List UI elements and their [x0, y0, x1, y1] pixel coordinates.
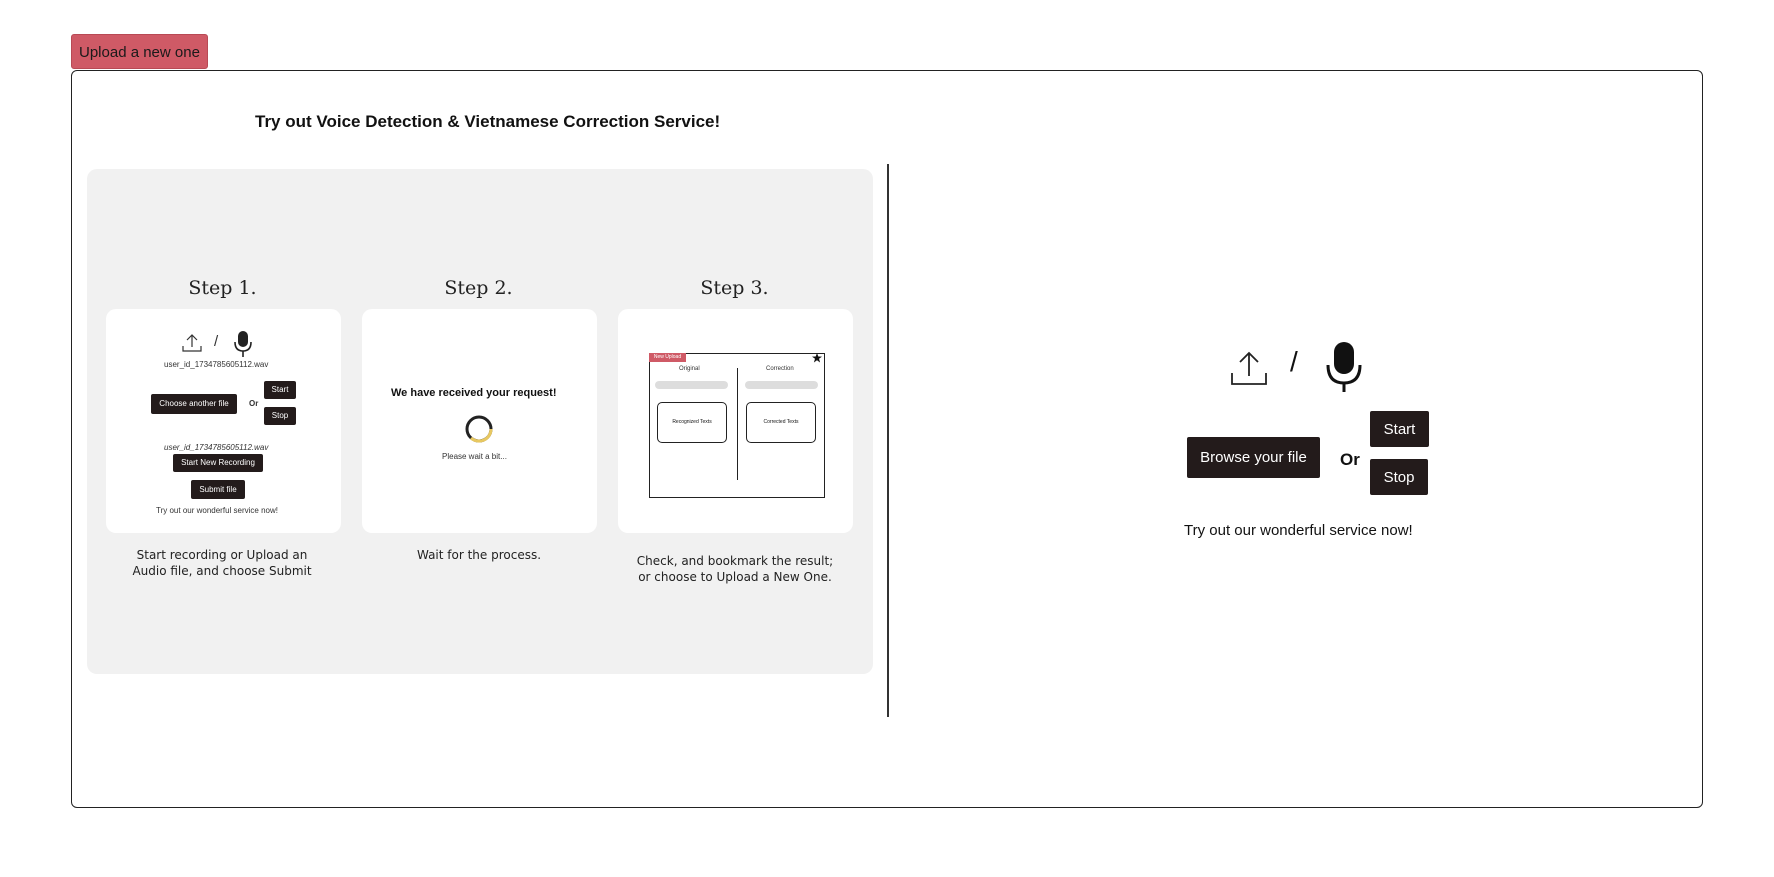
result-window: Original Correction Recognized Texts Cor… [649, 353, 825, 498]
upload-icon [182, 334, 202, 352]
upload-icon[interactable] [1229, 348, 1269, 388]
step3-caption: Check, and bookmark the result; or choos… [605, 553, 865, 585]
choose-another-file-button: Choose another file [151, 394, 237, 414]
or-label: Or [1340, 450, 1360, 469]
corrected-texts-box: Corrected Texts [746, 402, 816, 443]
original-label: Original [679, 366, 700, 372]
start-recording-button[interactable]: Start [1370, 411, 1429, 447]
step3-heading: Step 3. [700, 277, 769, 299]
correction-audio-player [745, 381, 818, 389]
step1-heading: Step 1. [188, 277, 257, 299]
step2-heading: Step 2. [444, 277, 513, 299]
browse-file-button[interactable]: Browse your file [1187, 437, 1320, 478]
original-audio-player [655, 381, 728, 389]
recognized-texts-box: Recognized Texts [657, 402, 727, 443]
step2-card: We have received your request! Please wa… [362, 309, 597, 533]
or-label: Or [249, 399, 259, 408]
step2-caption: Wait for the process. [349, 547, 609, 563]
stop-recording-button[interactable]: Stop [1370, 459, 1428, 495]
step1-caption: Start recording or Upload an Audio file,… [92, 547, 352, 579]
step3-card: Original Correction Recognized Texts Cor… [618, 309, 853, 533]
start-new-recording-button: Start New Recording [173, 454, 263, 472]
try-service-text: Try out our wonderful service now! [1184, 522, 1413, 539]
vertical-divider [887, 164, 889, 717]
received-text: We have received your request! [391, 387, 557, 399]
step3-caption-line1: Check, and bookmark the result; [636, 554, 834, 568]
wait-text: Please wait a bit... [442, 452, 507, 461]
step2-caption-line1: Wait for the process. [416, 548, 542, 562]
correction-label: Correction [766, 366, 794, 372]
tutorial-illustration: Step 1. Step 2. Step 3. / user_id_173478… [87, 169, 873, 674]
submit-file-button: Submit file [191, 480, 245, 499]
microphone-icon [234, 331, 252, 357]
try-text: Try out our wonderful service now! [156, 506, 278, 515]
result-divider [737, 368, 738, 480]
step1-caption-line1: Start recording or Upload an [136, 548, 308, 562]
new-upload-badge: New Upload [649, 353, 686, 362]
upload-new-button[interactable]: Upload a new one [71, 34, 208, 69]
step3-caption-line2: or choose to Upload a New One. [638, 570, 832, 584]
separator: / [214, 333, 219, 350]
panel-title: Try out Voice Detection & Vietnamese Cor… [255, 112, 721, 131]
separator: / [1290, 346, 1298, 377]
filename: user_id_1734785605112.wav [164, 360, 269, 369]
step1-caption-line2: Audio file, and choose Submit [132, 564, 312, 578]
stop-button: Stop [264, 407, 296, 425]
step1-card: / user_id_1734785605112.wav Choose anoth… [106, 309, 341, 533]
main-panel: Try out Voice Detection & Vietnamese Cor… [71, 70, 1703, 808]
start-button: Start [264, 381, 296, 399]
loading-spinner-icon [465, 415, 493, 443]
filename-2: user_id_1734785605112.wav [164, 443, 269, 452]
bookmark-star-icon [812, 353, 822, 363]
microphone-icon[interactable] [1324, 341, 1364, 392]
